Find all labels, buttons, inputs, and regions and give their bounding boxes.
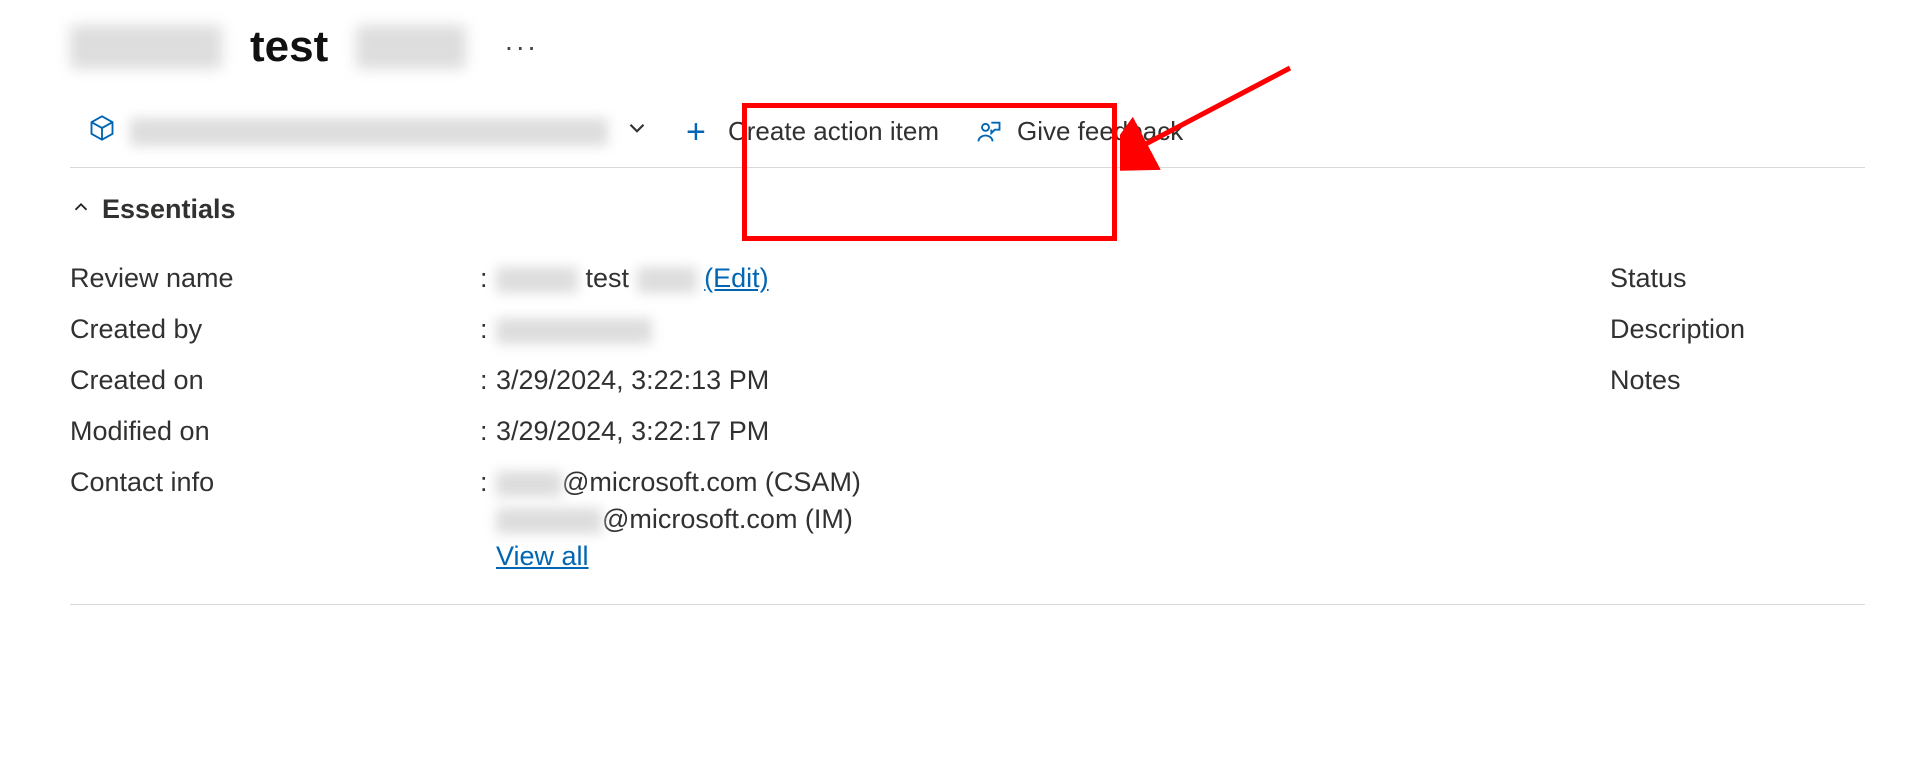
view-all-contacts-link[interactable]: View all [496, 541, 1530, 572]
give-feedback-label: Give feedback [1017, 116, 1183, 147]
label-modified-on: Modified on [70, 416, 480, 447]
label-created-by: Created by [70, 314, 480, 345]
package-icon [88, 114, 116, 149]
scope-dropdown[interactable] [70, 100, 668, 163]
page-root: test ··· + Create action item [0, 0, 1917, 605]
value-created-on: 3/29/2024, 3:22:13 PM [496, 365, 1530, 396]
colon: : [480, 416, 496, 447]
contact-line-2: @microsoft.com (IM) [496, 504, 1530, 535]
value-contact-info: @microsoft.com (CSAM) @microsoft.com (IM… [496, 467, 1530, 572]
label-notes: Notes [1610, 365, 1917, 396]
colon: : [480, 365, 496, 396]
label-review-name: Review name [70, 263, 480, 294]
colon: : [480, 263, 496, 294]
chevron-up-icon [70, 196, 92, 224]
value-review-name: test (Edit) [496, 263, 1530, 294]
give-feedback-button[interactable]: Give feedback [957, 102, 1201, 161]
create-action-item-button[interactable]: + Create action item [668, 101, 957, 163]
redacted-value [496, 471, 562, 497]
colon: : [480, 467, 496, 498]
value-created-by [496, 314, 1530, 345]
redacted-value [496, 508, 602, 534]
page-title: test [250, 22, 328, 72]
contact-2-suffix: @microsoft.com (IM) [602, 504, 853, 534]
page-title-row: test ··· [70, 22, 1865, 72]
redacted-title-prefix [70, 25, 222, 69]
essentials-left-column: Review name : test (Edit) Created by : C… [70, 253, 1530, 582]
contact-1-suffix: @microsoft.com (CSAM) [562, 467, 861, 497]
redacted-title-suffix [356, 25, 466, 69]
essentials-body: Review name : test (Edit) Created by : C… [70, 253, 1865, 605]
redacted-value [496, 318, 652, 344]
review-name-text: test [586, 263, 630, 293]
label-description: Description [1610, 314, 1917, 345]
row-modified-on: Modified on : 3/29/2024, 3:22:17 PM [70, 406, 1530, 457]
redacted-value [637, 267, 697, 293]
colon: : [480, 314, 496, 345]
row-review-name: Review name : test (Edit) [70, 253, 1530, 304]
value-modified-on: 3/29/2024, 3:22:17 PM [496, 416, 1530, 447]
row-status: Status [1610, 253, 1917, 304]
row-created-on: Created on : 3/29/2024, 3:22:13 PM [70, 355, 1530, 406]
feedback-icon [975, 118, 1003, 146]
toolbar: + Create action item Give feedback [70, 96, 1865, 168]
label-status: Status [1610, 263, 1917, 294]
row-contact-info: Contact info : @microsoft.com (CSAM) @mi… [70, 457, 1530, 582]
contact-line-1: @microsoft.com (CSAM) [496, 467, 1530, 498]
row-description: Description [1610, 304, 1917, 355]
label-created-on: Created on [70, 365, 480, 396]
essentials-title: Essentials [102, 194, 236, 225]
row-notes: Notes [1610, 355, 1917, 406]
row-created-by: Created by : [70, 304, 1530, 355]
essentials-toggle[interactable]: Essentials [70, 194, 1865, 225]
chevron-down-icon [624, 115, 650, 148]
create-action-item-label: Create action item [728, 116, 939, 147]
plus-icon: + [686, 115, 714, 149]
edit-review-name-link[interactable]: (Edit) [704, 263, 769, 293]
redacted-value [496, 267, 578, 293]
more-actions-button[interactable]: ··· [494, 27, 548, 67]
redacted-scope-value [130, 118, 608, 146]
label-contact-info: Contact info [70, 467, 480, 498]
essentials-right-column: Status Description Notes [1610, 253, 1917, 582]
